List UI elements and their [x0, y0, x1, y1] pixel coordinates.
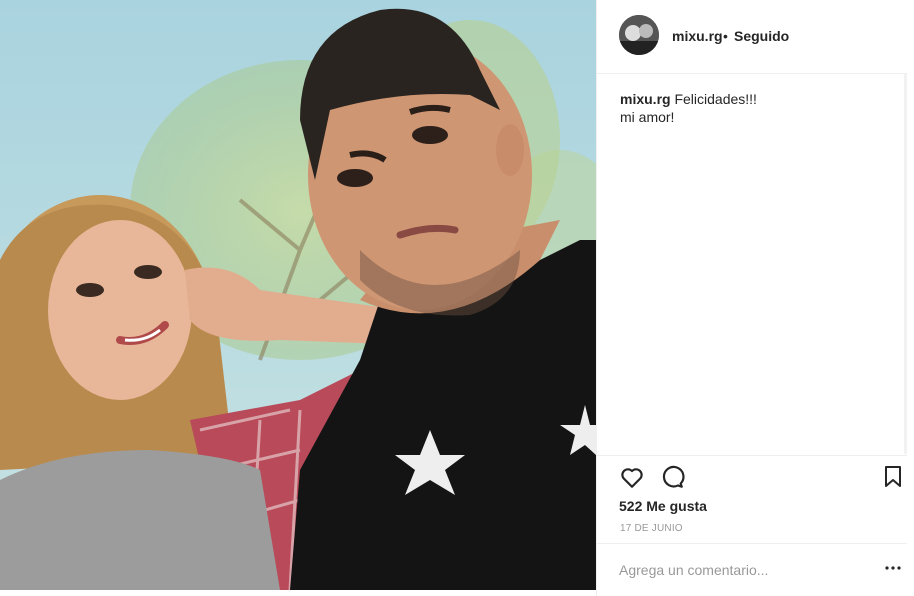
bookmark-icon[interactable] [882, 465, 908, 491]
comment-bubble-icon[interactable] [659, 464, 685, 490]
post-date[interactable]: 17 DE JUNIO [620, 523, 683, 534]
author-username[interactable]: mixu.rg [672, 28, 723, 44]
selfie-image [0, 0, 596, 590]
header-separator: • [723, 28, 728, 44]
follow-status-button[interactable]: Seguido [734, 28, 789, 44]
author-avatar[interactable] [619, 15, 659, 55]
more-options-icon[interactable] [885, 562, 905, 576]
comment-input[interactable] [619, 562, 859, 578]
caption-text-line2: mi amor! [620, 109, 675, 125]
heart-icon[interactable] [619, 464, 645, 490]
likes-count[interactable]: 522 Me gusta [619, 498, 707, 514]
post-side-panel: mixu.rg • Seguido mixu.rg Felicidades!!!… [596, 0, 914, 596]
post-caption: mixu.rg Felicidades!!! mi amor! [620, 90, 890, 126]
caption-text-line1: Felicidades!!! [674, 91, 757, 107]
post-photo[interactable] [0, 0, 596, 590]
comment-bar [597, 543, 907, 596]
comments-scrollbar[interactable] [904, 74, 907, 454]
post-actions [597, 455, 907, 499]
caption-username[interactable]: mixu.rg [620, 91, 671, 107]
post-header: mixu.rg • Seguido [597, 0, 907, 74]
